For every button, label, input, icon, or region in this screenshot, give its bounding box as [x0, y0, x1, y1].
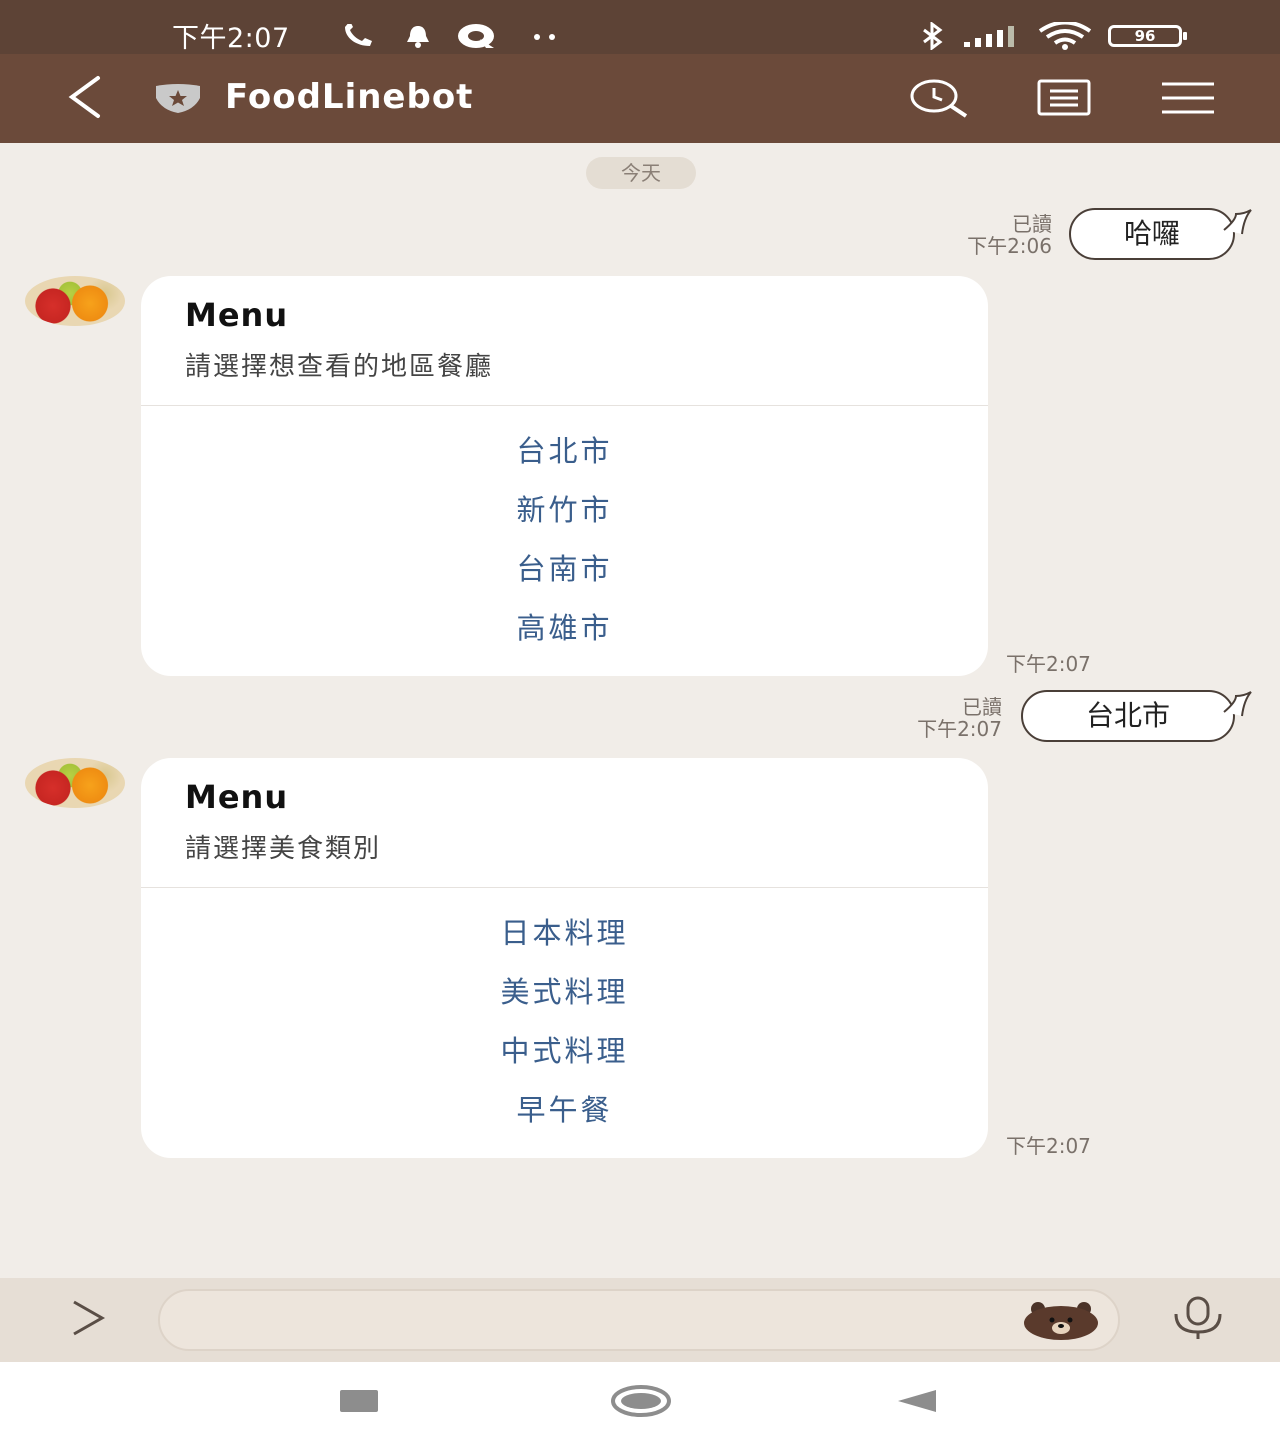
- notes-icon[interactable]: [1036, 78, 1096, 118]
- option-button[interactable]: 新竹市: [141, 481, 988, 540]
- sent-message[interactable]: 哈囉: [1069, 208, 1235, 260]
- read-receipt: 已讀 下午2:06: [900, 213, 1052, 257]
- card-subtitle: 請選擇美食類別: [185, 834, 382, 864]
- bubble-tail: [1223, 691, 1252, 717]
- card-options: 台北市 新竹市 台南市 高雄市: [141, 406, 988, 658]
- option-button[interactable]: 台北市: [141, 422, 988, 481]
- bubble-tail: [1223, 209, 1252, 235]
- q-app-icon: [458, 24, 494, 48]
- home-icon[interactable]: [610, 1384, 672, 1418]
- shield-icon: [156, 84, 200, 113]
- card-title: Menu: [185, 778, 289, 816]
- message-time: 下午2:07: [917, 717, 1002, 741]
- bot-avatar[interactable]: [25, 758, 125, 808]
- message-text: 台北市: [1085, 699, 1170, 732]
- option-button[interactable]: 台南市: [141, 540, 988, 599]
- read-label: 已讀: [1012, 212, 1052, 236]
- option-button[interactable]: 高雄市: [141, 599, 988, 658]
- bot-avatar[interactable]: [25, 276, 125, 326]
- phone-icon: [345, 24, 372, 46]
- chat-header: FoodLinebot: [0, 54, 1280, 143]
- bell-icon: [407, 26, 429, 48]
- battery-icon: 96: [1108, 25, 1187, 47]
- message-time: 下午2:06: [967, 234, 1052, 258]
- sticker-bear-icon[interactable]: [1022, 1301, 1100, 1341]
- card-header: Menu 請選擇想查看的地區餐廳: [141, 276, 988, 406]
- recent-apps-icon[interactable]: [338, 1386, 380, 1416]
- read-label: 已讀: [962, 695, 1002, 719]
- option-button[interactable]: 早午餐: [141, 1081, 988, 1140]
- card-header: Menu 請選擇美食類別: [141, 758, 988, 888]
- message-time: 下午2:07: [1006, 652, 1091, 676]
- chat-title: FoodLinebot: [225, 77, 474, 117]
- card-options: 日本料理 美式料理 中式料理 早午餐: [141, 888, 988, 1140]
- read-receipt: 已讀 下午2:07: [850, 696, 1002, 740]
- expand-icon[interactable]: [68, 1296, 108, 1340]
- option-button[interactable]: 日本料理: [141, 904, 988, 963]
- status-bar: 下午2:07 96: [0, 0, 1280, 54]
- option-button[interactable]: 中式料理: [141, 1022, 988, 1081]
- wifi-icon: [1038, 22, 1092, 50]
- card-subtitle: 請選擇想查看的地區餐廳: [185, 352, 494, 382]
- sent-message[interactable]: 台北市: [1021, 690, 1235, 742]
- input-bar: [0, 1278, 1280, 1362]
- menu-icon[interactable]: [1160, 78, 1220, 118]
- card-title: Menu: [185, 296, 289, 334]
- message-input[interactable]: [158, 1289, 1120, 1351]
- message-time: 下午2:07: [1006, 1134, 1091, 1158]
- back-triangle-icon[interactable]: [896, 1388, 938, 1414]
- option-button[interactable]: 美式料理: [141, 963, 988, 1022]
- system-nav-bar: [0, 1362, 1280, 1440]
- status-time: 下午2:07: [172, 23, 290, 54]
- message-text: 哈囉: [1123, 217, 1180, 250]
- bluetooth-icon: [923, 22, 943, 50]
- back-icon[interactable]: [64, 74, 108, 120]
- microphone-icon[interactable]: [1170, 1296, 1226, 1340]
- more-dots-icon: [534, 34, 555, 40]
- date-divider: 今天: [586, 157, 696, 189]
- signal-icon: [964, 26, 1014, 47]
- search-history-icon[interactable]: [908, 78, 968, 118]
- menu-card: Menu 請選擇想查看的地區餐廳 台北市 新竹市 台南市 高雄市: [141, 276, 988, 676]
- menu-card: Menu 請選擇美食類別 日本料理 美式料理 中式料理 早午餐: [141, 758, 988, 1158]
